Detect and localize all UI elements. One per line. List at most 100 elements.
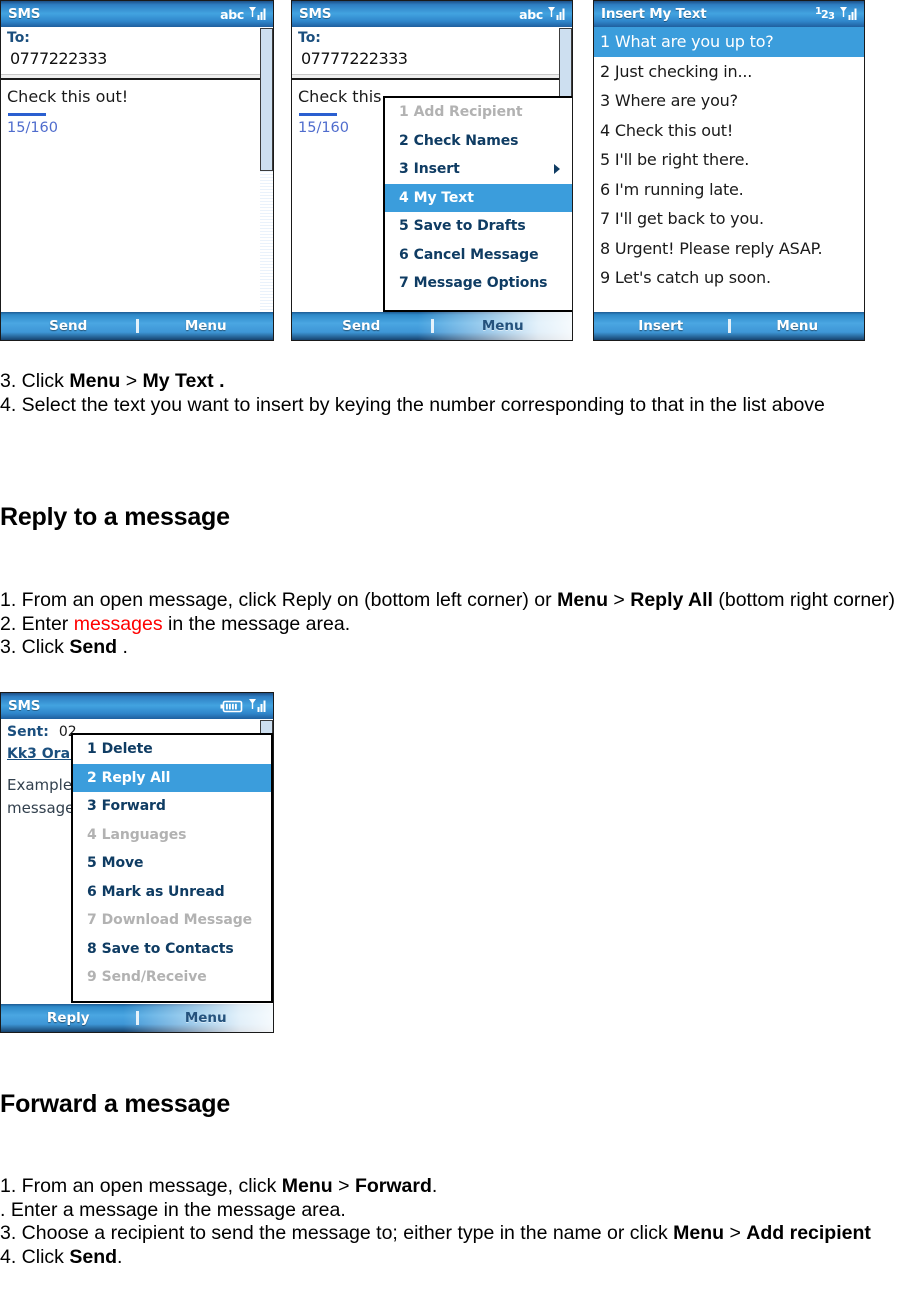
phone4-menu-item-mark-as-unread[interactable]: 6 Mark as Unread — [73, 878, 271, 907]
signal-strength-icon — [249, 7, 266, 20]
phone4-menu-item-download-message: 7 Download Message — [73, 906, 271, 935]
phone2-menu-item-message-options[interactable]: 7 Message Options — [385, 269, 572, 298]
reply-step-3-line: 3. Click Send . — [0, 636, 128, 658]
phone1-message-text: Check this out! — [7, 87, 129, 106]
phone3-title: Insert My Text — [601, 6, 707, 22]
phone4-softkey-reply[interactable]: Reply — [1, 1010, 136, 1026]
menu-item-number: 4 — [399, 189, 409, 206]
menu-item-label: Send/Receive — [101, 969, 207, 985]
menu-item-label: Delete — [101, 741, 153, 757]
my-text-list-item[interactable]: 7 I'll get back to you. — [594, 204, 864, 234]
menu-item-number: 3 — [399, 161, 409, 177]
phone4-context-menu[interactable]: 1 Delete 2 Reply All 3 Forward 4 Languages 5 Move… — [71, 733, 273, 1003]
list-item-number: 9 — [600, 268, 615, 287]
menu-item-number: 3 — [87, 798, 97, 814]
phone1-softkey-bar: Send Menu — [1, 312, 273, 340]
phone2-to-value[interactable]: 07777222333 — [298, 48, 572, 70]
list-item-number: 7 — [600, 209, 615, 228]
phone2-scrollbar-thumb[interactable] — [559, 28, 572, 98]
list-item-label: Check this out! — [614, 120, 734, 140]
fwd-step-4-line: 4. Click Send. — [0, 1245, 123, 1268]
phone-screenshot-insert-my-text: Insert My Text 123 1 What are you up to?… — [593, 0, 865, 341]
phone1-message-body[interactable]: Check this out! 15/160 — [1, 80, 273, 304]
my-text-list-item[interactable]: 5 I'll be right there. — [594, 145, 864, 175]
phone-screenshot-read-message-menu-open: SMS Sent: 02 Kk3 Oran Example message 1 … — [0, 692, 274, 1033]
reply-steps-block: 1. From an open message, click Reply on … — [0, 589, 899, 660]
reply-step-1-line: 1. From an open message, click Reply on … — [0, 589, 896, 611]
phone4-menu-item-languages: 4 Languages — [73, 821, 271, 850]
phone2-menu-item-cancel-message[interactable]: 6 Cancel Message — [385, 241, 572, 270]
menu-item-number: 6 — [399, 246, 409, 263]
list-item-number: 3 — [600, 91, 615, 110]
phone1-title: SMS — [8, 6, 41, 22]
phone2-titlebar: SMS abc — [292, 1, 572, 27]
list-item-label: I'll get back to you. — [614, 209, 764, 228]
phone2-softkey-menu[interactable]: Menu — [434, 318, 573, 334]
phone3-softkey-menu[interactable]: Menu — [731, 318, 865, 334]
list-item-number: 6 — [600, 179, 615, 199]
phone4-title: SMS — [8, 698, 41, 714]
my-text-list-item[interactable]: 3 Where are you? — [594, 86, 864, 116]
phone4-menu-item-save-to-contacts[interactable]: 8 Save to Contacts — [73, 935, 271, 964]
phone1-to-value[interactable]: 0777222333 — [7, 48, 273, 70]
list-item-number: 8 — [600, 238, 615, 258]
phone4-scrollbar-thumb[interactable] — [260, 720, 273, 734]
phone1-recipient-field[interactable]: To: 0777222333 — [1, 27, 273, 75]
menu-item-label: Save to Drafts — [413, 218, 526, 234]
my-text-list-item[interactable]: 8 Urgent! Please reply ASAP. — [594, 234, 864, 264]
phone2-menu-item-save-to-drafts[interactable]: 5 Save to Drafts — [385, 212, 572, 241]
list-item-number: 5 — [600, 150, 615, 169]
menu-item-label: Languages — [101, 826, 187, 843]
phone2-title: SMS — [299, 6, 332, 22]
phone2-context-menu[interactable]: 1 Add Recipient 2 Check Names 3 Insert 4 My Tex… — [383, 96, 572, 312]
phone2-menu-item-my-text[interactable]: 4 My Text — [385, 183, 572, 212]
step-4-line: 4. Select the text you want to insert by… — [0, 393, 825, 416]
phone1-scrollbar-thumb[interactable] — [260, 28, 273, 171]
menu-item-number: 8 — [87, 940, 97, 957]
step-3-line: 3. Click Menu > My Text . — [0, 370, 225, 392]
phone3-my-text-list[interactable]: 1 What are you up to? 2 Just checking in.… — [594, 27, 864, 311]
my-text-list-item[interactable]: 9 Let's catch up soon. — [594, 263, 864, 293]
phone4-menu-item-forward[interactable]: 3 Forward — [73, 792, 271, 821]
phone2-menu-item-insert[interactable]: 3 Insert — [385, 155, 572, 184]
phone4-titlebar: SMS — [1, 693, 273, 719]
my-text-list-item[interactable]: 2 Just checking in... — [594, 57, 864, 87]
phone1-softkey-menu[interactable]: Menu — [139, 318, 274, 334]
phone1-cursor-underline — [8, 113, 46, 116]
phone2-menu-item-check-names[interactable]: 2 Check Names — [385, 127, 572, 156]
my-text-list-item[interactable]: 1 What are you up to? — [594, 27, 864, 57]
my-text-list-item[interactable]: 4 Check this out! — [594, 116, 864, 146]
phone-screenshot-compose: SMS abc To: 0777222333 Check this out! 1… — [0, 0, 274, 341]
fwd-step-2-line: . Enter a message in the message area. — [0, 1198, 346, 1221]
phone2-softkey-send[interactable]: Send — [292, 318, 431, 334]
reply-step-2-line: 2. Enter messages in the message area. — [0, 612, 351, 635]
phone3-titlebar: Insert My Text 123 — [594, 1, 864, 27]
softkey-divider — [727, 319, 731, 333]
signal-strength-icon — [840, 7, 857, 20]
menu-item-number: 9 — [87, 969, 97, 985]
phone3-softkey-bar: Insert Menu — [594, 312, 864, 340]
menu-item-number: 4 — [87, 826, 97, 843]
menu-item-number: 7 — [87, 912, 97, 928]
menu-item-number: 2 — [87, 769, 97, 786]
list-item-number: 2 — [600, 61, 615, 81]
signal-strength-icon — [249, 699, 266, 712]
phone4-sent-label: Sent: — [7, 724, 49, 740]
phone2-softkey-bar: Send Menu — [292, 312, 572, 340]
phone4-menu-item-move[interactable]: 5 Move — [73, 849, 271, 878]
phone4-softkey-menu[interactable]: Menu — [139, 1010, 274, 1026]
phone1-softkey-send[interactable]: Send — [1, 318, 136, 334]
phone1-scrollbar-track[interactable] — [260, 171, 273, 313]
softkey-divider — [430, 319, 434, 333]
menu-item-number: 7 — [399, 275, 409, 291]
abc-input-mode-icon: abc — [220, 6, 244, 22]
my-text-list-item[interactable]: 6 I'm running late. — [594, 175, 864, 205]
phone4-menu-item-reply-all[interactable]: 2 Reply All — [73, 763, 271, 792]
phone4-menu-item-send-receive: 9 Send/Receive — [73, 963, 271, 992]
phone4-menu-item-delete[interactable]: 1 Delete — [73, 735, 271, 764]
phone2-to-label: To: — [298, 30, 321, 46]
menu-item-number: 2 — [399, 132, 409, 149]
phone3-softkey-insert[interactable]: Insert — [594, 318, 728, 334]
phone1-to-label: To: — [7, 30, 30, 46]
phone2-recipient-field[interactable]: To: 07777222333 — [292, 27, 572, 75]
